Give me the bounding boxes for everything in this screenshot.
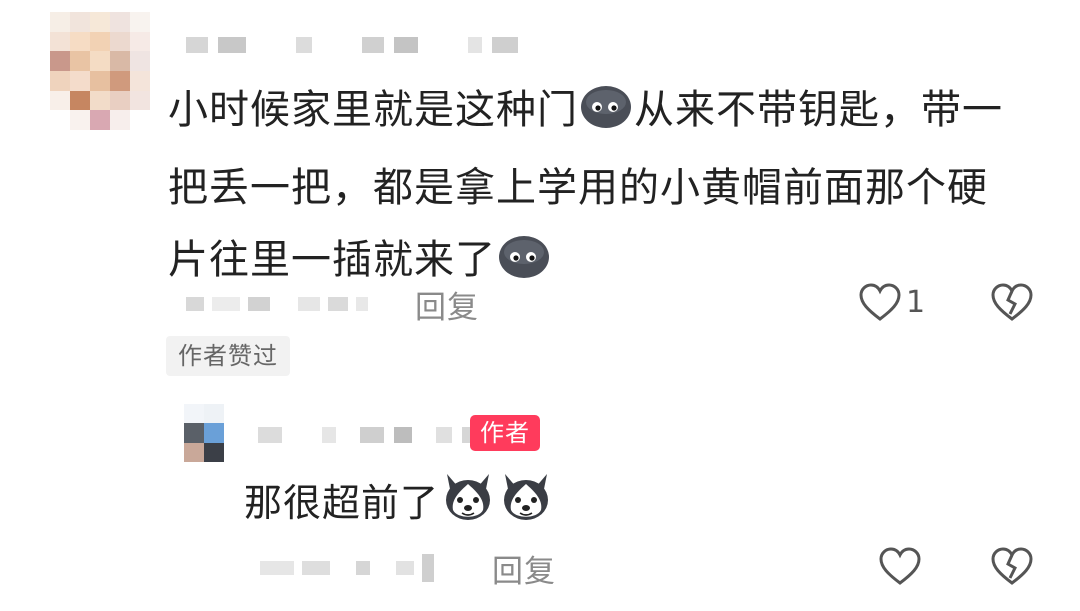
dark-face-emoji-icon [498, 230, 550, 302]
author-liked-tag: 作者赞过 [166, 336, 290, 376]
commenter-avatar[interactable] [50, 12, 150, 130]
heart-outline-icon [859, 283, 901, 321]
husky-dog-emoji-icon [441, 470, 495, 539]
comment-text: 小时候家里就是这种门 从来不带钥匙，带一 把丢一把，都是拿上学用的小黄帽前面那个硬… [168, 74, 1048, 302]
commenter-username[interactable] [186, 34, 518, 56]
reply-author-avatar[interactable] [184, 404, 224, 462]
reply-text: 那很超前了 [244, 470, 844, 539]
dislike-button[interactable] [990, 546, 1034, 586]
author-badge: 作者 [470, 415, 540, 451]
broken-heart-icon [991, 283, 1033, 321]
reply-button[interactable]: 回复 [492, 546, 556, 591]
like-count: 1 [906, 284, 926, 320]
like-button[interactable]: 1 [858, 282, 925, 322]
reply-button[interactable]: 回复 [415, 282, 479, 327]
broken-heart-icon [991, 547, 1033, 585]
dislike-button[interactable] [990, 282, 1034, 322]
like-button[interactable] [878, 546, 922, 586]
comment-timestamp [186, 292, 368, 316]
reply-author-username[interactable] [258, 424, 482, 446]
dark-face-emoji-icon [580, 80, 632, 152]
husky-dog-emoji-icon [499, 470, 553, 539]
heart-outline-icon [879, 547, 921, 585]
reply-timestamp [260, 554, 434, 582]
